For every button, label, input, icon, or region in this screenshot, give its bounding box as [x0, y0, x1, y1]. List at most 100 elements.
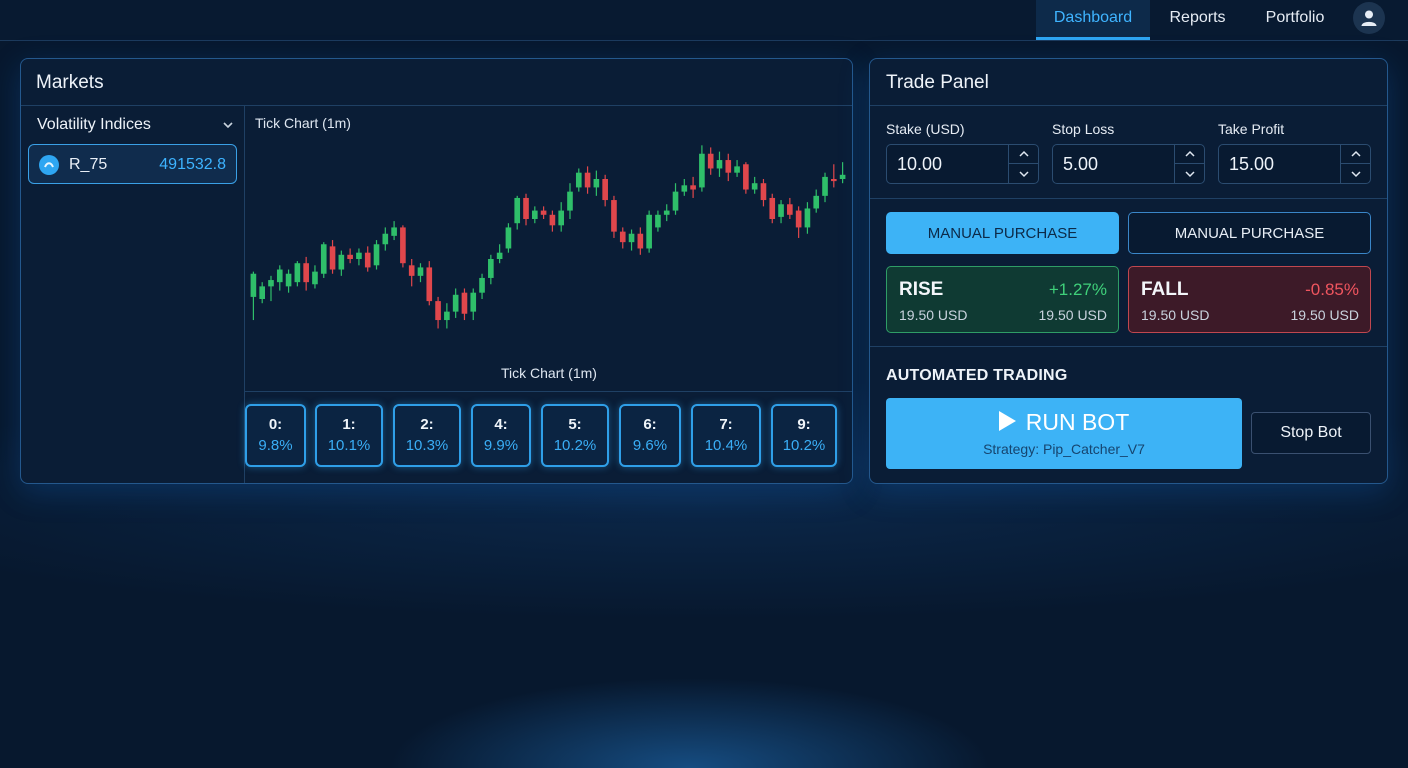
candle	[778, 200, 784, 224]
digit-stat-5[interactable]: 6: 9.6%	[619, 404, 681, 467]
candle	[496, 244, 503, 264]
chevron-down-icon[interactable]	[1175, 164, 1204, 183]
stake-label: Stake (USD)	[886, 121, 965, 137]
fall-contract-card[interactable]: FALL -0.85% 19.50 USD 19.50 USD	[1128, 266, 1371, 333]
candle	[338, 250, 345, 276]
candle	[408, 259, 415, 287]
market-item-r75[interactable]: R_75 491532.8	[28, 144, 237, 184]
candle	[505, 223, 512, 253]
run-bot-button[interactable]: RUN BOT Strategy: Pip_Catcher_V7	[886, 398, 1242, 469]
candle-body	[470, 292, 477, 312]
stop-loss-stepper[interactable]	[1174, 145, 1204, 183]
stop-bot-button[interactable]: Stop Bot	[1251, 412, 1371, 454]
candle	[531, 206, 538, 224]
trade-panel: Trade Panel Stake (USD) Stop Loss Take P…	[869, 58, 1388, 484]
manual-divider	[870, 346, 1387, 347]
nav-portfolio[interactable]: Portfolio	[1250, 0, 1340, 40]
digit-stat-6[interactable]: 7: 10.4%	[691, 404, 761, 467]
trade-title: Trade Panel	[886, 72, 989, 93]
market-price: 491532.8	[159, 156, 226, 173]
candle	[743, 162, 749, 194]
candle-body	[646, 214, 652, 249]
chevron-up-icon[interactable]	[1175, 145, 1204, 164]
candle-body	[699, 153, 705, 188]
rise-contract-card[interactable]: RISE +1.27% 19.50 USD 19.50 USD	[886, 266, 1119, 333]
stake-input[interactable]	[887, 145, 1008, 183]
candle	[312, 265, 318, 289]
candle-body	[830, 179, 837, 182]
candle-body	[285, 273, 292, 287]
digit-percent: 10.2%	[553, 437, 597, 454]
candle-body	[549, 214, 556, 226]
candle-body	[435, 301, 441, 321]
digit-percent: 10.2%	[782, 437, 826, 454]
fall-change: -0.85%	[1305, 280, 1359, 299]
candle-body	[364, 252, 371, 268]
rise-change: +1.27%	[1048, 280, 1107, 299]
candle	[479, 273, 485, 299]
chevron-up-icon[interactable]	[1341, 145, 1370, 164]
user-icon	[1361, 10, 1377, 26]
candle	[426, 261, 433, 306]
chart-title: Tick Chart (1m)	[255, 115, 351, 131]
candle	[602, 174, 608, 207]
user-avatar[interactable]	[1353, 2, 1385, 34]
take-profit-input[interactable]	[1219, 145, 1340, 183]
candle	[444, 303, 450, 329]
market-symbol: R_75	[69, 156, 108, 173]
nav-dashboard[interactable]: Dashboard	[1036, 0, 1150, 40]
candle-body	[778, 204, 784, 217]
digit-stat-1[interactable]: 1: 10.1%	[315, 404, 383, 467]
digit-label: 4:	[494, 416, 508, 433]
candle-body	[584, 172, 591, 188]
candle-body	[356, 252, 362, 259]
manual-purchase-secondary-button[interactable]: MANUAL PURCHASE	[1128, 212, 1371, 254]
candle	[470, 288, 477, 321]
chevron-up-icon[interactable]	[1009, 145, 1038, 164]
trade-header-divider	[870, 105, 1387, 106]
digit-stat-4[interactable]: 5: 10.2%	[541, 404, 609, 467]
automated-trading-title: AUTOMATED TRADING	[886, 367, 1068, 384]
market-dot-icon	[39, 155, 59, 175]
tick-chart[interactable]	[245, 139, 851, 339]
candle-body	[488, 259, 494, 278]
stake-field[interactable]	[886, 144, 1039, 184]
chevron-down-icon[interactable]	[1009, 164, 1038, 183]
candle	[681, 179, 688, 196]
candle-body	[751, 183, 758, 190]
candle-body	[672, 191, 679, 211]
digit-label: 2:	[420, 416, 434, 433]
play-icon	[998, 411, 1016, 431]
digit-stat-3[interactable]: 4: 9.9%	[471, 404, 531, 467]
digit-stat-7[interactable]: 9: 10.2%	[771, 404, 837, 467]
stop-loss-input[interactable]	[1053, 145, 1174, 183]
manual-purchase-primary-button[interactable]: MANUAL PURCHASE	[886, 212, 1119, 254]
stake-stepper[interactable]	[1008, 145, 1038, 183]
candle	[593, 170, 600, 196]
digit-stat-2[interactable]: 2: 10.3%	[393, 404, 461, 467]
digit-label: 0:	[268, 416, 283, 433]
candle-body	[294, 263, 301, 283]
candle-body	[743, 164, 749, 190]
run-bot-label-row: RUN BOT	[886, 409, 1242, 436]
candle-body	[329, 246, 336, 270]
candle	[540, 206, 547, 219]
take-profit-field[interactable]	[1218, 144, 1371, 184]
stop-loss-field[interactable]	[1052, 144, 1205, 184]
digit-stat-0[interactable]: 0: 9.8%	[245, 404, 306, 467]
candle-body	[769, 197, 776, 219]
candle-body	[505, 227, 512, 249]
candle	[787, 197, 793, 219]
digit-percent: 9.9%	[483, 437, 519, 454]
market-category-select[interactable]: Volatility Indices	[37, 116, 235, 140]
digit-label: 5:	[568, 416, 582, 433]
chevron-down-icon[interactable]	[1341, 164, 1370, 183]
take-profit-stepper[interactable]	[1340, 145, 1370, 183]
candle	[822, 172, 828, 203]
candle-body	[593, 179, 600, 188]
candle-body	[804, 208, 811, 228]
candle-body	[628, 233, 635, 243]
nav-reports[interactable]: Reports	[1155, 0, 1240, 40]
fall-payout-right: 19.50 USD	[1290, 307, 1359, 323]
candle	[435, 296, 441, 329]
